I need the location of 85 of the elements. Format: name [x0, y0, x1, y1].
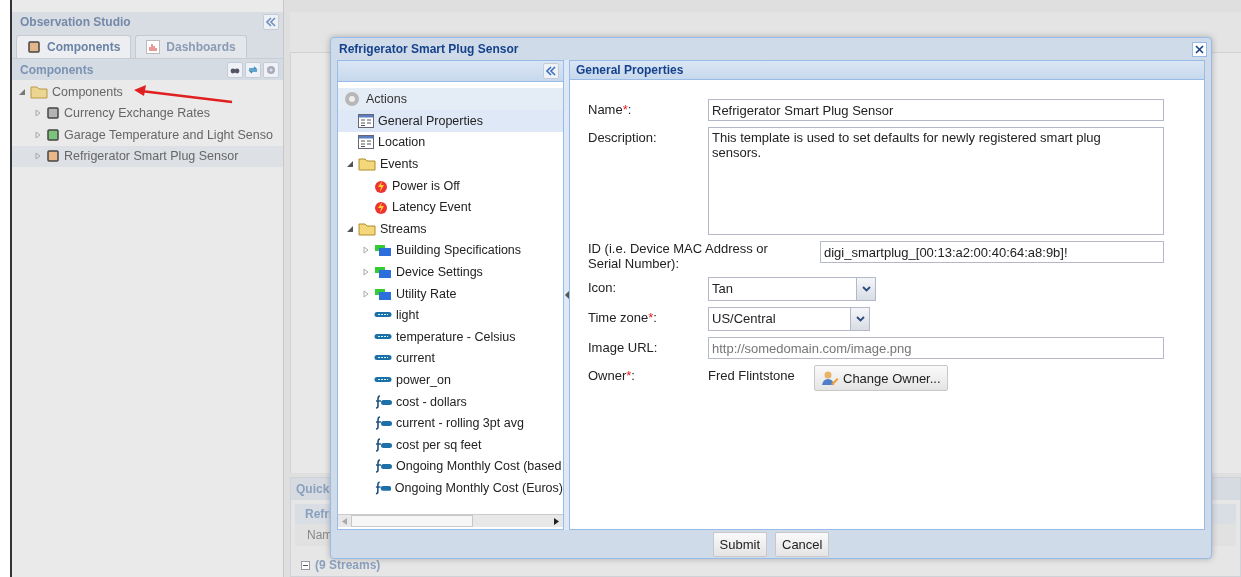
- function-icon: [374, 437, 392, 452]
- function-icon: [373, 480, 391, 495]
- stream-group-icon: [374, 243, 392, 258]
- nav-item[interactable]: Utility Rate: [338, 282, 563, 305]
- nav-item[interactable]: Events: [338, 153, 563, 175]
- function-icon: [374, 416, 392, 431]
- tree-item[interactable]: Components: [12, 81, 283, 103]
- scroll-left-icon[interactable]: [342, 517, 347, 525]
- app-title: Observation Studio: [20, 15, 131, 29]
- stream-icon: [374, 375, 392, 384]
- form-icon: [358, 135, 374, 150]
- tree-item[interactable]: Currency Exchange Rates: [12, 102, 283, 124]
- nav-item[interactable]: General Properties: [338, 110, 563, 132]
- chip-icon: [27, 41, 41, 53]
- nav-item[interactable]: Device Settings: [338, 261, 563, 283]
- dialog-title: Refrigerator Smart Plug Sensor: [339, 42, 519, 56]
- field-label: Time zone*:: [588, 309, 658, 325]
- folder-icon: [358, 157, 376, 171]
- stream-icon: [374, 311, 392, 320]
- expander-icon[interactable]: [18, 87, 26, 96]
- field-label: Description:: [588, 129, 658, 145]
- collapse-icon[interactable]: [301, 560, 310, 570]
- field-label: Image URL:: [588, 339, 659, 355]
- nav-item[interactable]: Location: [338, 131, 563, 154]
- field-label: Name*:: [588, 101, 633, 117]
- nav-item[interactable]: cost per sq feet: [338, 433, 563, 456]
- nav-item[interactable]: Latency Event: [338, 196, 563, 218]
- horizontal-scrollbar[interactable]: [338, 514, 563, 527]
- refresh-icon: [248, 64, 258, 75]
- nav-item[interactable]: Ongoing Monthly Cost (Euros): [338, 477, 563, 499]
- dropdown-field[interactable]: Tan: [708, 277, 876, 301]
- owner-name: Fred Flintstone: [708, 367, 796, 383]
- collapse-button[interactable]: [263, 14, 279, 30]
- nav-item[interactable]: Building Specifications: [338, 239, 563, 262]
- stream-icon: [374, 332, 392, 341]
- stream-group-icon: [374, 264, 392, 279]
- text-area[interactable]: This template is used to set defaults for newly registered smart plug sensors.: [708, 127, 1164, 235]
- tree-item[interactable]: Refrigerator Smart Plug Sensor: [12, 145, 283, 167]
- field-label: Owner*:: [588, 367, 636, 383]
- stream-group-icon: [374, 286, 392, 301]
- nav-item[interactable]: light: [338, 304, 563, 326]
- bar-chart-icon: [146, 40, 161, 54]
- form-icon: [358, 113, 374, 128]
- nav-item[interactable]: Power is Off: [338, 174, 563, 197]
- caret-icon: [861, 286, 871, 292]
- streams-count: (9 Streams): [315, 558, 381, 572]
- lightning-icon: [374, 200, 388, 215]
- folder-icon: [30, 84, 48, 99]
- nav-item[interactable]: current: [338, 347, 563, 370]
- user-edit-icon: [821, 370, 839, 386]
- refresh-button[interactable]: [245, 61, 261, 78]
- text-field[interactable]: digi_smartplug_[00:13:a2:00:40:64:a8:9b]!: [820, 241, 1164, 263]
- scroll-right-icon[interactable]: [554, 517, 559, 525]
- function-icon: [374, 394, 392, 409]
- panel-title: Components: [20, 62, 94, 77]
- text-field[interactable]: Refrigerator Smart Plug Sensor: [708, 99, 1164, 121]
- folder-icon: [358, 221, 376, 236]
- section-title: General Properties: [576, 63, 684, 77]
- search-button[interactable]: [227, 61, 243, 78]
- field-label: Icon:: [588, 279, 618, 295]
- stream-icon: [374, 354, 392, 363]
- expander-icon[interactable]: [346, 160, 354, 168]
- section-label: Actions: [366, 92, 407, 106]
- dialog-button[interactable]: Submit: [712, 531, 767, 557]
- nav-item[interactable]: power_on: [338, 369, 563, 391]
- expander-icon[interactable]: [346, 224, 354, 233]
- nav-item[interactable]: current - rolling 3pt avg: [338, 412, 563, 434]
- change-owner-button[interactable]: Change Owner...: [814, 365, 948, 391]
- dropdown-field[interactable]: US/Central: [708, 307, 870, 331]
- panel-title: Quick: [296, 482, 330, 496]
- nav-item[interactable]: Streams: [338, 217, 563, 240]
- settings-icon: [266, 64, 276, 75]
- nav-item[interactable]: Ongoing Monthly Cost (based: [338, 455, 563, 478]
- tree-item[interactable]: Garage Temperature and Light Senso: [12, 124, 283, 146]
- close-button[interactable]: [1192, 41, 1207, 57]
- nav-item[interactable]: cost - dollars: [338, 390, 563, 413]
- dialog-button[interactable]: Cancel: [775, 531, 830, 557]
- caret-icon: [855, 316, 865, 322]
- function-icon: [374, 459, 392, 474]
- lightning-icon: [374, 178, 388, 193]
- field-label: ID (i.e. Device MAC Address or Serial Number):: [588, 241, 769, 271]
- nav-item[interactable]: temperature - Celsius: [338, 325, 563, 348]
- url-field[interactable]: http://somedomain.com/image.png: [708, 337, 1164, 359]
- collapse-button[interactable]: [543, 63, 559, 79]
- settings-button[interactable]: [263, 61, 279, 78]
